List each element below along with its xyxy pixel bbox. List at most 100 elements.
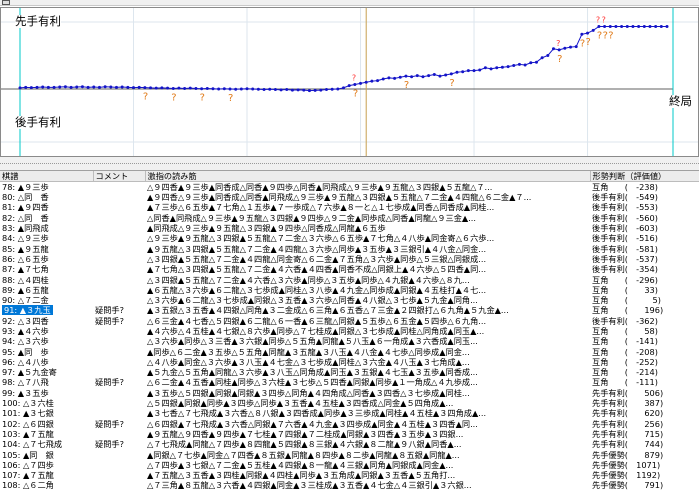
- questionable-move-marker[interactable]: ?: [597, 30, 602, 41]
- cell-eval: 先手有利( 744): [592, 439, 664, 450]
- cell-line: ▲９五龍△３四銀▲５五龍△７二金▲４四龍△３六歩△同歩▲３五歩▲３三銀引▲４八金…: [147, 243, 487, 254]
- cell-eval: 互角 ( -111): [592, 377, 658, 388]
- cell-comment: [93, 285, 145, 295]
- table-row[interactable]: 84: △９三歩 △９三歩▲９五龍△３四銀▲５五龍△７二金△３六歩△６五歩▲７七角…: [0, 233, 699, 243]
- cell-move: 93: ▲４六歩: [2, 326, 49, 336]
- questionable-move-marker[interactable]: ?: [200, 93, 205, 104]
- table-row[interactable]: 81: ▲９四香 ▲７三歩△６五歩▲７七角△１五歩▲７一歩成△７六歩▲８一と△１七…: [0, 202, 699, 212]
- table-row[interactable]: 88: △４四桂 △３四銀▲５五龍△７二金▲４六香△３六歩▲同歩△３五歩▲同歩△４…: [0, 274, 699, 285]
- cell-eval: 互角 ( 33): [592, 284, 658, 295]
- cell-eval: 先手有利( 506): [592, 387, 664, 398]
- cell-line: △９四香▲９三歩▲同香成△同香▲９四歩△同香▲同飛成△９三歩▲９五龍△３四銀▲５…: [147, 182, 493, 192]
- cell-eval: 後手有利( -537): [592, 253, 658, 264]
- evaluation-graph[interactable]: ????????????????? 先手有利 後手有利 終局: [0, 7, 699, 157]
- table-row[interactable]: 107: ▲７五龍 ▲７五龍△３五香▲３四桂▲同銀▲４四桂▲同歩▲３五角成▲同銀▲…: [0, 470, 699, 480]
- table-row[interactable]: 104: △７七飛成 疑問手? △７七飛成▲同龍△７四歩▲８四龍▲５四銀▲８三銀▲４…: [0, 439, 699, 449]
- evaluation-point: [466, 69, 470, 73]
- cell-move: 89: ▲６五龍: [2, 284, 49, 295]
- table-row[interactable]: 95: ▲同 歩 ▲同歩△６二金▲３五歩△５五角▲同龍▲３五龍▲３八玉▲４八金▲４…: [0, 346, 699, 357]
- evaluation-line: [19, 25, 667, 92]
- questionable-move-marker[interactable]: ?: [404, 80, 409, 91]
- table-row[interactable]: 105: ▲同 銀 ▲同銀△７七歩▲同金△７四香▲８五銀▲同龍▲８四歩▲８二歩▲同…: [0, 449, 699, 460]
- table-row[interactable]: 108: △６二角 △７三角▲８五龍△３六香▲４四銀▲同金▲３三桂成▲３五香▲４七…: [0, 480, 699, 490]
- table-row[interactable]: 93: ▲４六歩 ▲４六歩△４五桂▲４七銀△８六歩▲同歩△７七桂成▲同銀△３七歩成…: [0, 326, 699, 336]
- table-row[interactable]: 91: ▲３九玉 疑問手? ▲３五銀△３五香▲４四銀△同角▲３二金成△６三角▲６五香…: [0, 305, 699, 316]
- column-header-eval[interactable]: 形勢判断（評価値）: [590, 171, 699, 182]
- evaluation-graph-canvas[interactable]: ?????????????????: [1, 8, 698, 156]
- evaluation-point: [290, 88, 294, 92]
- cell-eval: 互角 ( -141): [592, 336, 658, 347]
- questionable-move-marker[interactable]: ?: [586, 37, 591, 48]
- evaluation-point: [200, 87, 204, 91]
- questionable-move-marker[interactable]: ?: [143, 92, 148, 103]
- questionable-move-marker[interactable]: ?: [449, 78, 454, 89]
- table-row[interactable]: 99: ▲３五歩 ▲３五歩△５四銀▲同銀▲同銀▲３四歩△同角▲４四角成△同香▲３四…: [0, 388, 699, 398]
- evaluation-point: [239, 87, 243, 91]
- cell-move: 81: ▲９四香: [2, 202, 49, 213]
- table-row[interactable]: 106: △７四歩 △７四歩▲３七銀△７二金▲５五桂▲４四銀▲８一龍▲４三銀▲同角…: [0, 460, 699, 470]
- cell-eval: 互角 ( -214): [592, 367, 658, 378]
- bad-move-marker[interactable]: ?: [596, 15, 600, 24]
- table-row[interactable]: 102: △６四銀 疑問手? △６四銀▲７七飛成▲３六香△同銀▲７六香▲４九金▲３四…: [0, 419, 699, 429]
- cell-line: ▲３五歩△５四銀▲同銀▲同銀▲３四歩△同角▲４四角成△同香▲３四香△３七歩成▲同…: [147, 387, 470, 398]
- pane-splitter[interactable]: [0, 157, 699, 171]
- evaluation-point: [256, 87, 260, 91]
- table-row[interactable]: 87: ▲７七角 ▲７七角△３四銀▲５五龍△７二金▲４六香▲４四香▲同香不成△同銀…: [0, 264, 699, 274]
- table-row[interactable]: 83: ▲同飛成 ▲同飛成△９三歩▲９五龍△３四銀▲９四歩△同香成△同龍▲６五歩 後…: [0, 223, 699, 233]
- cell-comment: [93, 346, 145, 356]
- cell-eval: 互角 ( 196): [592, 305, 664, 316]
- cell-comment: [93, 192, 145, 202]
- evaluation-point: [279, 88, 283, 92]
- bad-move-marker[interactable]: ?: [556, 39, 560, 48]
- table-row[interactable]: 103: ▲７五龍 ▲９五龍△９四香▲９四歩▲７七桂▲７四銀▲７二桂成▲同銀▲３四…: [0, 429, 699, 439]
- bad-move-marker[interactable]: ?: [352, 74, 356, 83]
- evaluation-point: [540, 56, 544, 60]
- evaluation-point: [228, 87, 232, 91]
- cell-comment: [93, 429, 145, 439]
- table-row[interactable]: 98: △７八飛 疑問手? △６二金▲４五香▲同桂▲同歩△３六桂▲３七歩△５四香▲同…: [0, 377, 699, 387]
- evaluation-point: [614, 24, 618, 28]
- column-header-line[interactable]: 激指の読み筋: [145, 171, 591, 182]
- cell-comment: 疑問手?: [95, 315, 124, 326]
- cell-eval: 後手有利( -553): [592, 202, 658, 213]
- table-row[interactable]: 78: ▲９三歩 △９四香▲９三歩▲同香成△同香▲９四歩△同香▲同飛成△９三歩▲９…: [0, 182, 699, 193]
- cell-move: 94: △３六歩: [2, 336, 49, 347]
- cell-move: 104: △７七飛成: [2, 439, 63, 450]
- cell-move: 105: ▲同 銀: [2, 449, 54, 460]
- evaluation-point: [654, 24, 658, 28]
- evaluation-point: [296, 88, 300, 92]
- table-row[interactable]: 100: △３六桂 △５四銀▲同銀▲同歩▲３四歩△同歩▲３五香▲４五桂▲３四香成△…: [0, 398, 699, 408]
- table-row[interactable]: 96: △４八歩 △４八歩▲同金△３六歩▲３八玉▲４七金△３七歩成▲同桂△３六金▲…: [0, 357, 699, 367]
- cell-move: 83: ▲同飛成: [2, 223, 49, 234]
- questionable-move-marker[interactable]: ?: [557, 54, 562, 65]
- questionable-move-marker[interactable]: ?: [228, 93, 233, 104]
- questionable-move-marker[interactable]: ?: [608, 30, 613, 41]
- evaluation-point: [631, 24, 635, 28]
- evaluation-point: [177, 86, 181, 90]
- bad-move-marker[interactable]: ?: [602, 15, 606, 24]
- questionable-move-marker[interactable]: ?: [580, 38, 585, 49]
- evaluation-point: [262, 88, 266, 92]
- table-row[interactable]: 97: ▲５九金寄 ▲５九金△５五角▲同龍△３六歩▲３八玉△同角成▲同玉▲３五銀▲…: [0, 367, 699, 377]
- cell-line: △４八歩▲同金△３六歩▲３八玉▲４七金△３七歩成▲同桂△３六金▲４八玉▲３七角成…: [147, 356, 470, 367]
- kifu-analysis-list[interactable]: 棋譜 コメント 激指の読み筋 形勢判断（評価値） 78: ▲９三歩 △９四香▲９三…: [0, 171, 699, 494]
- table-row[interactable]: 86: △６五歩 △３四銀▲５五龍△７二金▲４四龍△同金寄△６二金▲７五角△３六歩…: [0, 254, 699, 264]
- table-row[interactable]: 89: ▲６五龍 ▲６五龍△３六歩▲６二龍△３七歩成▲同桂△３八歩▲４九金△同歩成…: [0, 285, 699, 295]
- table-row[interactable]: 94: △３六歩 △３六歩▲同歩△３三香▲３六銀▲同歩△５五角▲同龍▲５八玉▲６一…: [0, 336, 699, 346]
- evaluation-point: [637, 24, 641, 28]
- cell-eval: 互角 ( 5): [592, 295, 661, 306]
- questionable-move-marker[interactable]: ?: [353, 89, 358, 100]
- table-row[interactable]: 101: ▲３七銀 ▲３七香△７七飛成▲３六香△８八銀▲３四香成▲同歩▲３三歩成▲…: [0, 408, 699, 418]
- graph-label-sente-advantage: 先手有利: [15, 14, 61, 28]
- table-row[interactable]: 80: △同 香 ▲９四香△９三歩▲同香成△同香▲同飛成△９三歩▲９五龍△３四銀▲…: [0, 192, 699, 202]
- cell-comment: [93, 408, 145, 418]
- questionable-move-marker[interactable]: ?: [603, 30, 608, 41]
- table-row[interactable]: 92: △３四香 疑問手? △６三金▲４七香△５四銀▲６二龍△６一香▲６三龍△同銀▲…: [0, 316, 699, 326]
- evaluation-point: [387, 76, 391, 80]
- table-row[interactable]: 90: △７二金 △３六歩▲６二龍△３七歩成▲同銀△３五香▲３六歩△同香▲４八銀△…: [0, 295, 699, 305]
- table-row[interactable]: 85: ▲９五龍 ▲９五龍△３四銀▲５五龍△７二金▲４四龍△３六歩△同歩▲３五歩▲…: [0, 243, 699, 254]
- table-row[interactable]: 82: △同 香 △同香▲同飛成△９三歩▲９五龍△３四銀▲９四歩△９二金▲同歩成△…: [0, 213, 699, 223]
- column-header-comment[interactable]: コメント: [93, 171, 146, 182]
- questionable-move-marker[interactable]: ?: [171, 92, 176, 103]
- column-header-move[interactable]: 棋譜: [0, 171, 94, 182]
